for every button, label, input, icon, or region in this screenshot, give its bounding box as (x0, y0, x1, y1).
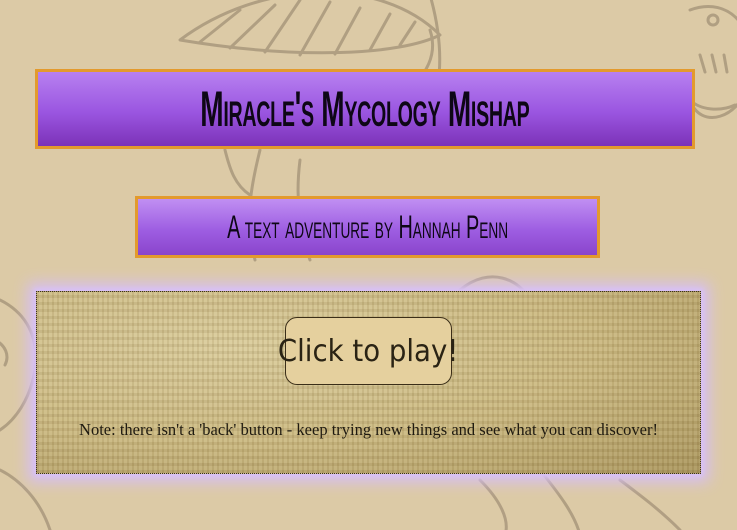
mushroom-face-icon (688, 5, 737, 119)
play-panel: Click to play! Note: there isn't a 'back… (36, 291, 701, 474)
subtitle-banner: A text adventure by Hannah Penn (135, 196, 600, 258)
note-text: Note: there isn't a 'back' button - keep… (79, 420, 658, 439)
title-banner: Miracle's Mycology Mishap (35, 69, 695, 149)
play-button[interactable]: Click to play! (278, 317, 459, 385)
game-title: Miracle's Mycology Mishap (200, 81, 530, 137)
play-button-label: Click to play! (278, 333, 459, 369)
game-subtitle: A text adventure by Hannah Penn (226, 208, 508, 245)
